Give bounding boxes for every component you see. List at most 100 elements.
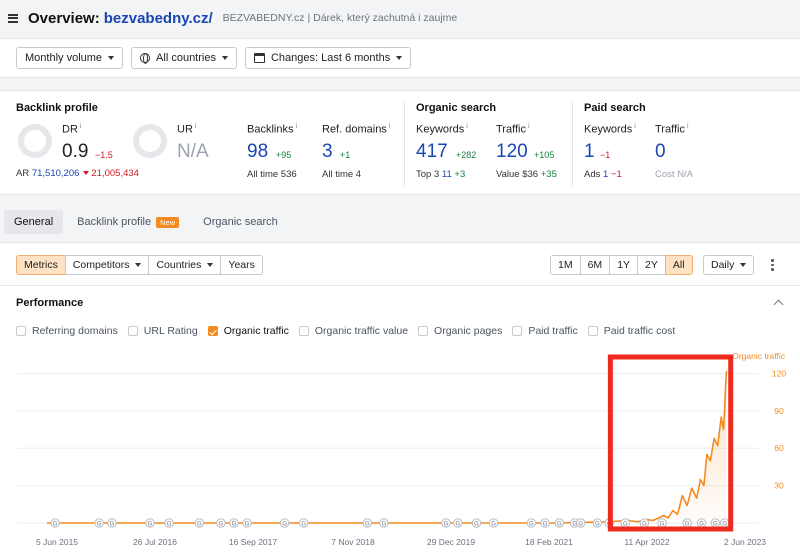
google-update-marker[interactable]: G <box>362 518 373 528</box>
checkbox-box[interactable] <box>127 326 138 336</box>
checkbox-box[interactable] <box>298 326 309 336</box>
range-all-button[interactable]: All <box>664 255 693 275</box>
ar-value[interactable]: 71,510,206 <box>32 168 80 179</box>
checkbox-box[interactable] <box>512 326 523 336</box>
google-update-marker[interactable]: G <box>719 518 730 528</box>
google-update-marker[interactable]: G <box>453 518 463 528</box>
checkbox-organic-traffic[interactable]: Organic traffic <box>207 325 289 337</box>
google-update-marker[interactable]: G <box>576 518 586 528</box>
google-update-marker[interactable]: G <box>554 518 564 528</box>
organic-keywords-label[interactable]: Keywords i <box>416 123 468 136</box>
google-update-marker[interactable]: G <box>279 518 290 528</box>
checkbox-referring-domains[interactable]: Referring domains <box>16 325 118 337</box>
ur-donut-icon <box>133 124 167 158</box>
checkbox-organic-traffic-value[interactable]: Organic traffic value <box>298 325 408 337</box>
menu-icon[interactable] <box>8 13 18 23</box>
competitors-dropdown[interactable]: Competitors <box>64 255 150 275</box>
metrics-button[interactable]: Metrics <box>16 255 66 275</box>
checkbox-paid-traffic[interactable]: Paid traffic <box>512 325 578 337</box>
checkbox-url-rating[interactable]: URL Rating <box>127 325 198 337</box>
svg-text:G: G <box>456 522 461 528</box>
changes-dropdown[interactable]: Changes: Last 6 months <box>244 47 412 69</box>
checkbox-box-checked[interactable] <box>207 326 218 336</box>
dr-label[interactable]: DR i <box>62 123 81 136</box>
svg-text:G: G <box>232 522 237 528</box>
paid-keywords-label[interactable]: Keywords i <box>584 123 636 136</box>
google-update-marker[interactable]: G <box>298 518 309 528</box>
google-update-marker[interactable]: G <box>639 518 650 528</box>
organic-keywords-delta: +282 <box>456 150 477 160</box>
paid-ads: Ads 1 −1 <box>584 169 622 180</box>
paid-traffic-label[interactable]: Traffic i <box>655 123 689 136</box>
svg-text:G: G <box>245 522 250 528</box>
paid-keywords-value[interactable]: 1 <box>584 141 595 163</box>
google-update-marker[interactable]: G <box>471 518 482 528</box>
years-button[interactable]: Years <box>220 255 263 275</box>
backlinks-value[interactable]: 98 <box>247 141 268 163</box>
x-tick-label: 26 Jul 2016 <box>133 537 177 547</box>
organic-keywords-value[interactable]: 417 <box>416 141 448 163</box>
checkbox-organic-pages[interactable]: Organic pages <box>418 325 502 337</box>
svg-text:G: G <box>557 522 562 528</box>
paid-traffic-value[interactable]: 0 <box>655 141 666 163</box>
range-6m-button[interactable]: 6M <box>579 255 611 275</box>
more-options-icon[interactable] <box>771 259 774 271</box>
countries-dropdown[interactable]: Countries <box>148 255 222 275</box>
google-update-marker[interactable]: G <box>540 518 550 528</box>
google-update-marker[interactable]: G <box>379 518 389 528</box>
google-update-marker[interactable]: G <box>592 518 603 528</box>
interval-dropdown[interactable]: Daily <box>703 255 755 275</box>
svg-text:G: G <box>53 522 58 528</box>
tab-general[interactable]: General <box>4 210 64 234</box>
checkbox-box[interactable] <box>16 326 26 336</box>
google-update-marker[interactable]: G <box>696 518 707 528</box>
checkbox-box[interactable] <box>418 326 429 336</box>
country-dropdown[interactable]: All countries <box>131 47 237 69</box>
google-update-marker[interactable]: G <box>107 518 117 528</box>
google-update-marker[interactable]: G <box>145 518 155 528</box>
backlinks-label[interactable]: Backlinks i <box>247 123 297 136</box>
google-update-marker[interactable]: G <box>441 518 451 528</box>
google-update-marker[interactable]: G <box>50 518 60 528</box>
ref-domains-value[interactable]: 3 <box>322 141 333 163</box>
organic-traffic-label[interactable]: Traffic i <box>496 123 530 136</box>
ref-domains-delta: +1 <box>340 150 351 160</box>
google-update-marker[interactable]: G <box>682 518 692 528</box>
organic-traffic-line[interactable] <box>46 370 728 524</box>
range-1y-button[interactable]: 1Y <box>609 255 639 275</box>
tab-organic-search[interactable]: Organic search <box>193 210 288 234</box>
google-update-marker[interactable]: G <box>488 518 499 528</box>
range-1m-button[interactable]: 1M <box>550 255 581 275</box>
google-update-marker[interactable]: G <box>620 518 630 528</box>
organic-traffic-delta: +105 <box>534 150 555 160</box>
volume-dropdown[interactable]: Monthly volume <box>16 47 124 69</box>
divider <box>572 101 573 187</box>
metrics-toolbar: Metrics Competitors Countries Years <box>16 255 263 275</box>
google-update-marker[interactable]: G <box>94 518 104 528</box>
ref-domains-label[interactable]: Ref. domains i <box>322 123 390 136</box>
range-2y-button[interactable]: 2Y <box>637 255 666 275</box>
collapse-chevron-icon[interactable] <box>773 299 784 310</box>
paid-search-title: Paid search <box>584 102 646 114</box>
checkbox-paid-traffic-cost[interactable]: Paid traffic cost <box>587 325 675 337</box>
google-update-marker[interactable]: G <box>526 518 537 528</box>
caret-down-icon <box>108 56 115 60</box>
target-domain[interactable]: bezvabedny.cz/ <box>104 10 213 27</box>
google-update-marker[interactable]: G <box>164 518 174 528</box>
dr-donut-icon <box>18 124 52 158</box>
y-tick-label: 30 <box>774 481 784 491</box>
google-update-marker[interactable]: G <box>710 518 721 528</box>
checkbox-box[interactable] <box>587 326 598 336</box>
organic-traffic-value[interactable]: 120 <box>496 141 528 163</box>
caret-down-icon <box>135 263 142 267</box>
ur-label[interactable]: UR i <box>177 123 196 136</box>
google-update-marker[interactable]: G <box>194 518 205 528</box>
svg-text:G: G <box>578 522 583 528</box>
google-update-marker[interactable]: G <box>242 518 252 528</box>
google-update-marker[interactable]: G <box>229 518 239 528</box>
organic-traffic-chart[interactable]: 30 60 90 120 5 Jun 2015 26 Jul 2016 16 Sep 20… <box>0 347 800 554</box>
google-update-marker[interactable]: G <box>657 518 667 528</box>
section-tabs: General Backlink profile New Organic sear… <box>4 210 288 234</box>
google-update-marker[interactable]: G <box>216 518 226 528</box>
tab-backlink-profile[interactable]: Backlink profile New <box>67 210 189 234</box>
